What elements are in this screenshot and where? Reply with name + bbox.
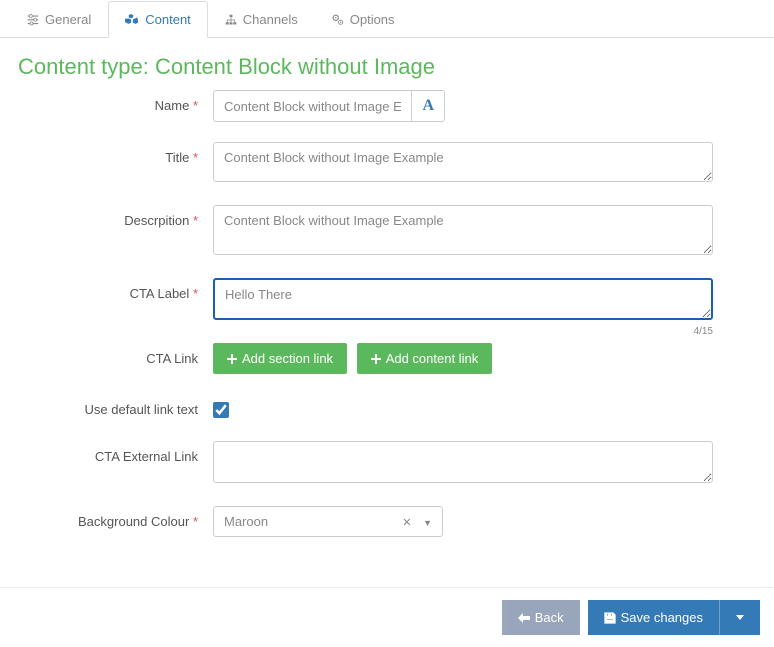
add-content-link-button[interactable]: Add content link — [357, 343, 493, 374]
use-default-link-checkbox[interactable] — [213, 402, 229, 418]
tab-general[interactable]: General — [10, 1, 108, 38]
tab-label: Channels — [243, 12, 298, 27]
tab-label: Content — [145, 12, 191, 27]
tab-options[interactable]: Options — [315, 1, 412, 38]
cogs-icon — [332, 14, 344, 26]
tab-content[interactable]: Content — [108, 1, 208, 38]
clear-icon[interactable]: ✕ — [402, 517, 411, 529]
title-input[interactable]: Content Block without Image Example — [213, 142, 713, 182]
plus-icon — [227, 354, 237, 364]
sitemap-icon — [225, 14, 237, 26]
chevron-down-icon: ▼ — [423, 518, 432, 528]
label-cta-link: CTA Link — [18, 343, 213, 366]
back-button[interactable]: Back — [502, 600, 580, 635]
plus-icon — [371, 354, 381, 364]
save-button[interactable]: Save changes — [588, 600, 719, 635]
label-name: Name * — [18, 90, 213, 113]
save-icon — [604, 612, 616, 624]
font-icon[interactable]: A — [411, 90, 445, 122]
add-section-link-button[interactable]: Add section link — [213, 343, 347, 374]
cta-label-input[interactable]: Hello There — [213, 278, 713, 320]
char-counter: 4/15 — [694, 326, 713, 337]
cta-external-input[interactable] — [213, 441, 713, 483]
label-cta-external: CTA External Link — [18, 441, 213, 464]
label-description: Descrpition * — [18, 205, 213, 228]
tab-label: Options — [350, 12, 395, 27]
chevron-down-icon — [736, 615, 744, 620]
arrow-left-icon — [518, 613, 530, 623]
sliders-icon — [27, 14, 39, 26]
label-cta-label: CTA Label * — [18, 278, 213, 301]
tab-label: General — [45, 12, 91, 27]
name-input[interactable] — [213, 90, 411, 122]
label-bg-colour: Background Colour * — [18, 506, 213, 529]
label-use-default: Use default link text — [18, 394, 213, 417]
page-title: Content type: Content Block without Imag… — [0, 38, 774, 90]
label-title: Title * — [18, 142, 213, 165]
select-value: Maroon — [224, 514, 268, 529]
bg-colour-select[interactable]: Maroon ✕ ▼ — [213, 506, 443, 537]
cubes-icon — [125, 14, 139, 26]
description-input[interactable]: Content Block without Image Example — [213, 205, 713, 255]
tab-channels[interactable]: Channels — [208, 1, 315, 38]
save-dropdown-button[interactable] — [719, 600, 760, 635]
